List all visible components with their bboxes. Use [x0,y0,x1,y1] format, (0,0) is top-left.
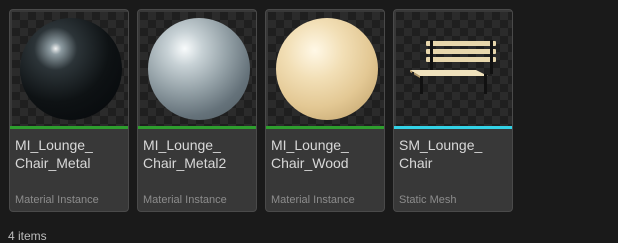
asset-name: SM_Lounge_ Chair [399,137,483,171]
asset-name: MI_Lounge_ Chair_Metal [15,137,93,171]
asset-type-color-bar [394,126,512,129]
asset-tile-sm-lounge-chair[interactable]: SM_Lounge_ Chair Static Mesh [393,9,513,212]
material-sphere-preview [276,18,378,120]
bench-mesh-icon [410,40,496,94]
asset-type-color-bar [138,126,256,129]
asset-name: MI_Lounge_ Chair_Wood [271,137,349,171]
asset-grid: MI_Lounge_ Chair_Metal Material Instance… [9,9,513,212]
material-sphere-preview [20,18,122,120]
asset-thumbnail [396,12,512,126]
asset-type-color-bar [10,126,128,129]
asset-thumbnail [268,12,384,126]
asset-type-color-bar [266,126,384,129]
asset-type-label: Material Instance [15,194,99,206]
asset-type-label: Material Instance [143,194,227,206]
asset-type-label: Static Mesh [399,194,457,206]
asset-type-label: Material Instance [271,194,355,206]
asset-thumbnail [12,12,128,126]
asset-tile-mi-lounge-chair-metal2[interactable]: MI_Lounge_ Chair_Metal2 Material Instanc… [137,9,257,212]
item-count-label: 4 items [8,229,47,243]
asset-tile-mi-lounge-chair-wood[interactable]: MI_Lounge_ Chair_Wood Material Instance [265,9,385,212]
material-sphere-preview [148,18,250,120]
asset-tile-mi-lounge-chair-metal[interactable]: MI_Lounge_ Chair_Metal Material Instance [9,9,129,212]
asset-thumbnail [140,12,256,126]
asset-name: MI_Lounge_ Chair_Metal2 [143,137,227,171]
